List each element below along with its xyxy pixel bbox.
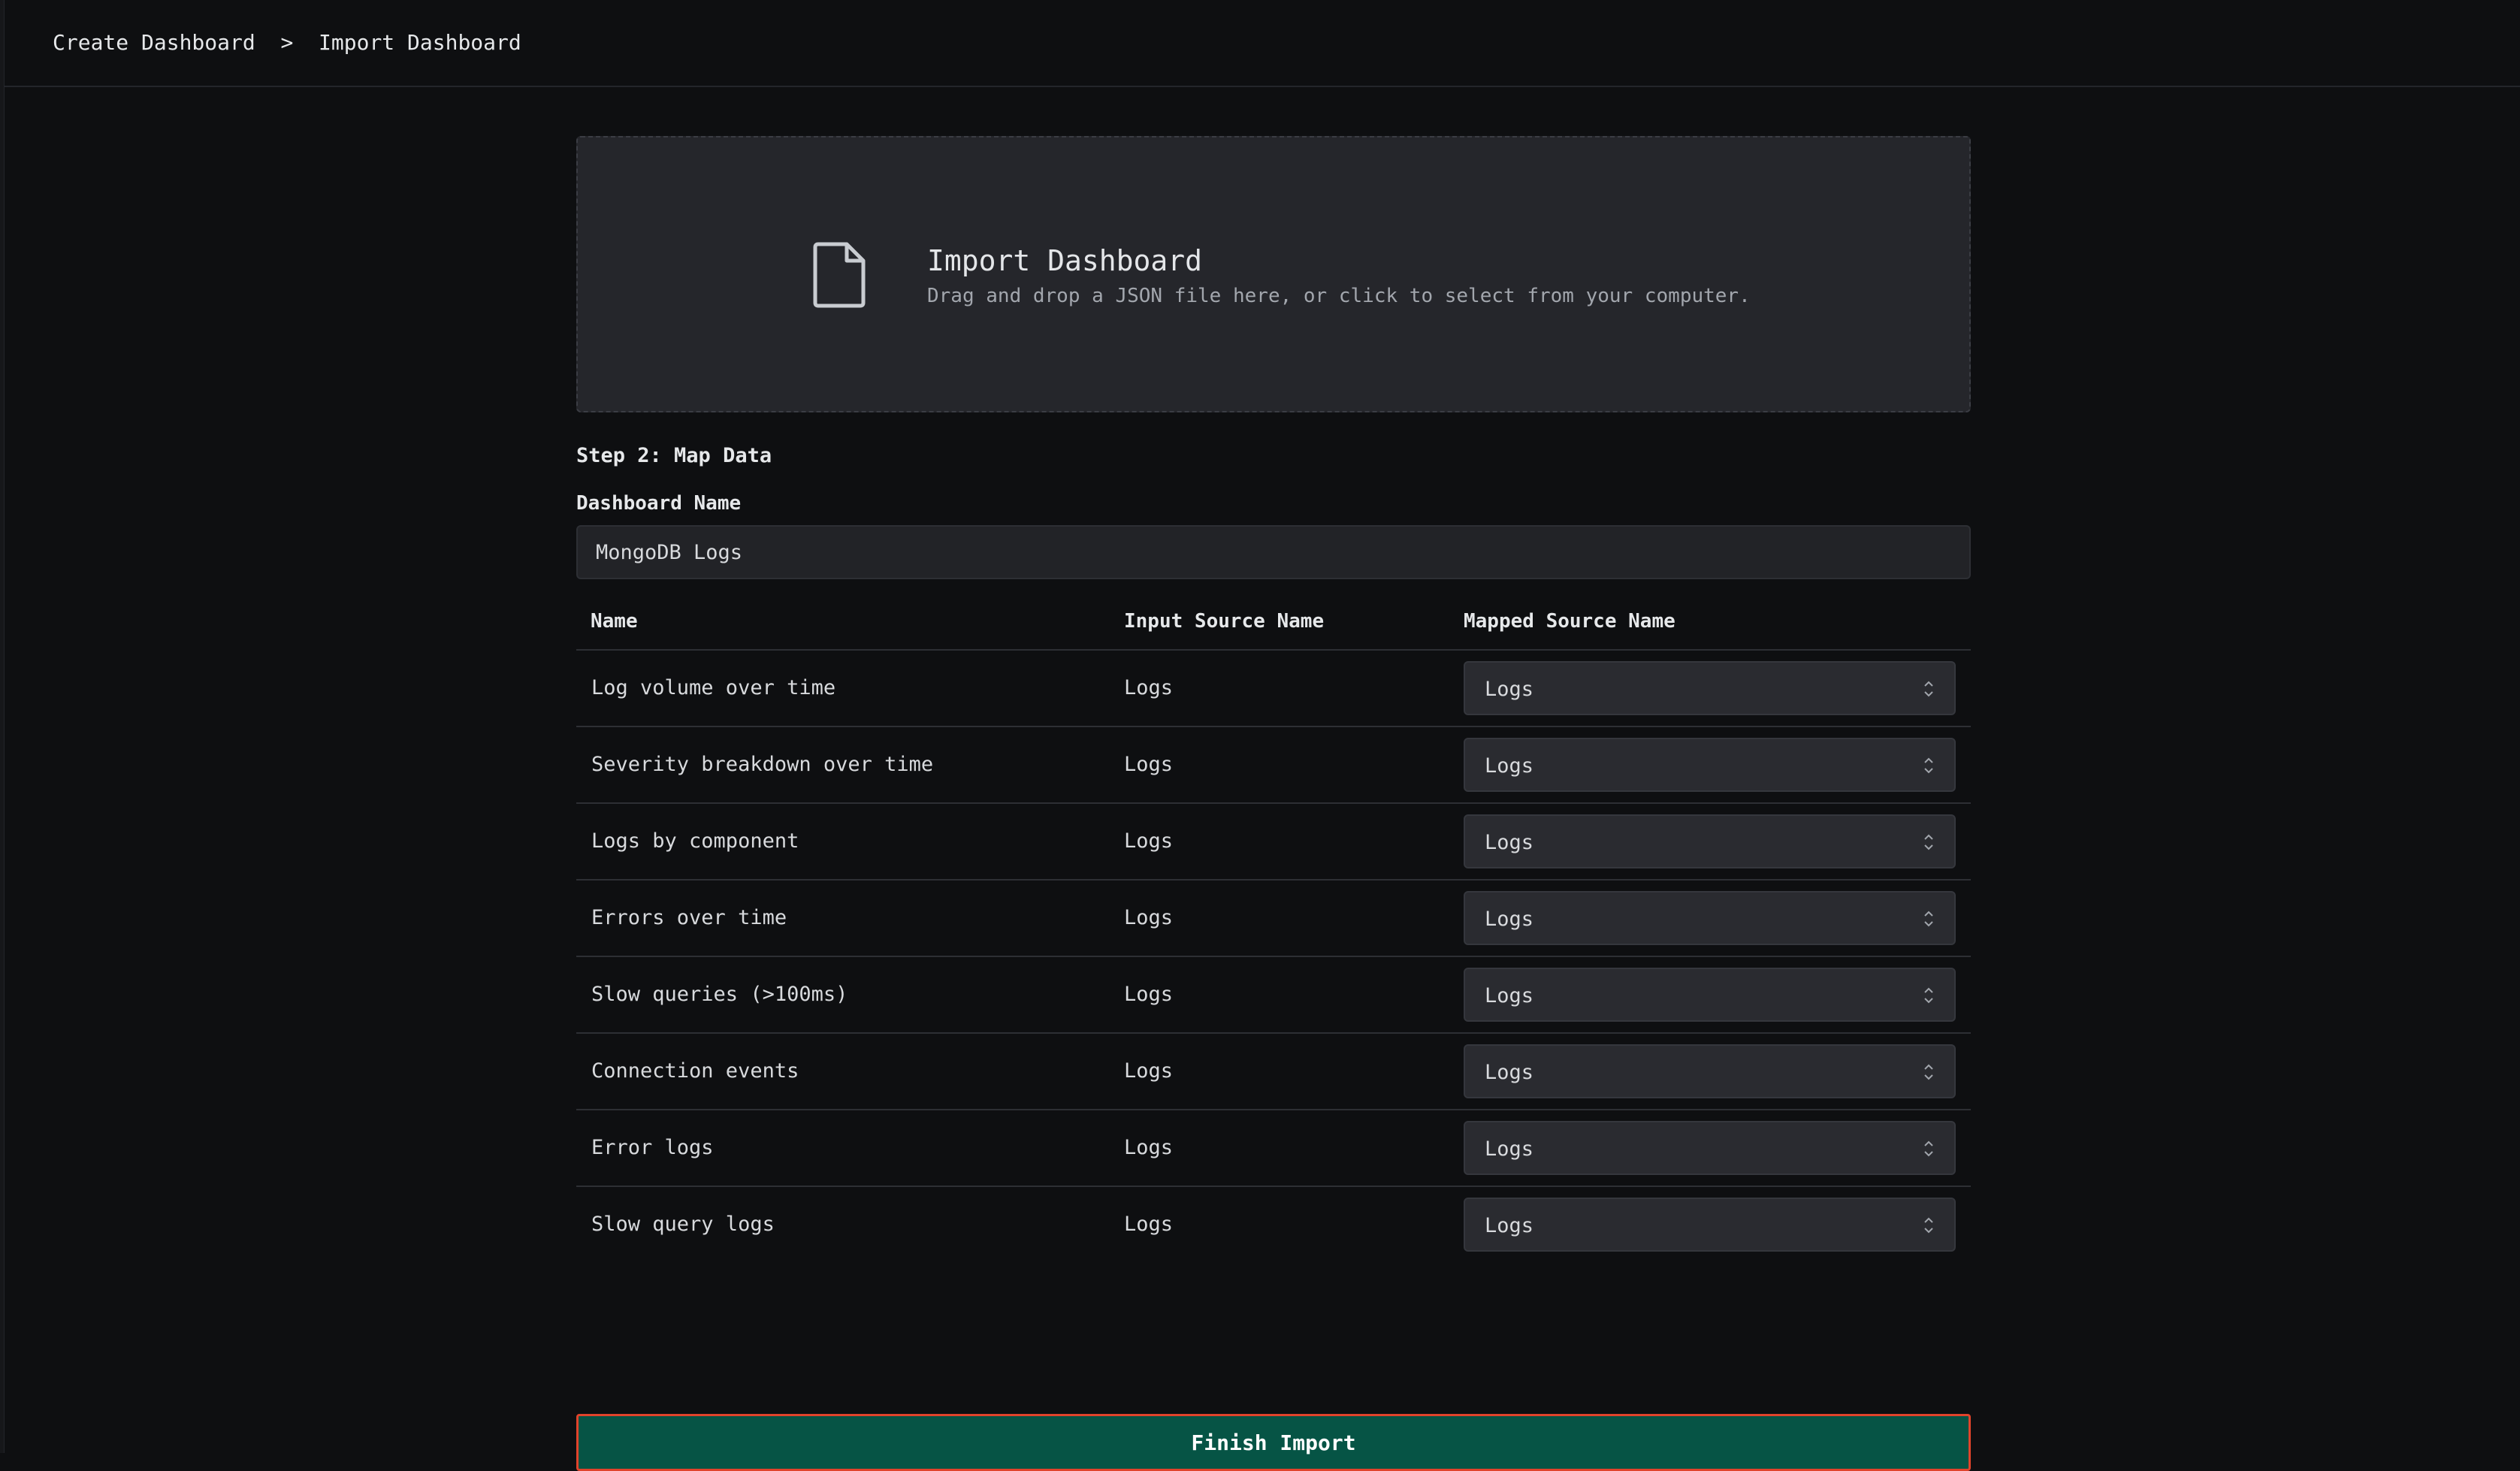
left-rail [0,0,5,1453]
mapped-source-select[interactable]: Logs [1464,814,1956,868]
table-row: Slow queries (>100ms) Logs Logs [576,957,1971,1034]
table-row: Severity breakdown over time Logs Logs [576,727,1971,804]
mapped-source-value: Logs [1485,1061,1534,1084]
dropzone-title: Import Dashboard [927,244,1203,277]
column-header-mapped-source: Mapped Source Name [1464,610,1675,633]
main-content: Import Dashboard Drag and drop a JSON fi… [576,136,1971,1471]
chevron-up-down-icon [1924,1064,1933,1080]
column-header-name: Name [591,610,638,633]
column-header-input-source: Input Source Name [1124,610,1325,633]
table-row: Logs by component Logs Logs [576,804,1971,880]
mapped-source-select[interactable]: Logs [1464,661,1956,715]
row-name: Severity breakdown over time [591,753,934,776]
table-row: Error logs Logs Logs [576,1110,1971,1187]
row-name: Error logs [591,1136,714,1159]
mapped-source-select[interactable]: Logs [1464,968,1956,1022]
file-icon [813,242,866,308]
row-input-source: Logs [1124,906,1174,929]
row-name: Slow query logs [591,1213,775,1236]
chevron-up-down-icon [1924,911,1933,927]
mapped-source-value: Logs [1485,1214,1534,1237]
row-input-source: Logs [1124,983,1174,1006]
row-name: Logs by component [591,829,799,853]
mapped-source-select[interactable]: Logs [1464,1198,1956,1252]
row-name: Log volume over time [591,676,836,699]
mapped-source-value: Logs [1485,908,1534,931]
chevron-up-down-icon [1924,1140,1933,1157]
table-row: Connection events Logs Logs [576,1034,1971,1110]
row-name: Connection events [591,1059,799,1083]
breadcrumb-parent[interactable]: Create Dashboard [53,30,255,55]
mapped-source-value: Logs [1485,678,1534,701]
table-row: Log volume over time Logs Logs [576,651,1971,727]
row-input-source: Logs [1124,676,1174,699]
mapping-table-body: Log volume over time Logs Logs Severity bre… [576,651,1971,1264]
file-dropzone[interactable]: Import Dashboard Drag and drop a JSON fi… [576,136,1971,412]
mapped-source-select[interactable]: Logs [1464,738,1956,792]
row-input-source: Logs [1124,1136,1174,1159]
breadcrumb: Create Dashboard > Import Dashboard [53,30,521,55]
top-bar: Create Dashboard > Import Dashboard [4,0,2520,87]
mapped-source-value: Logs [1485,831,1534,854]
breadcrumb-separator: > [280,30,294,55]
chevron-up-down-icon [1924,757,1933,774]
chevron-up-down-icon [1924,834,1933,850]
dashboard-name-input[interactable] [576,525,1971,579]
mapped-source-select[interactable]: Logs [1464,891,1956,945]
step-heading: Step 2: Map Data [576,444,772,467]
mapped-source-value: Logs [1485,984,1534,1007]
mapped-source-value: Logs [1485,1137,1534,1161]
row-input-source: Logs [1124,1213,1174,1236]
chevron-up-down-icon [1924,1217,1933,1234]
dashboard-name-label: Dashboard Name [576,492,742,515]
table-row: Slow query logs Logs Logs [576,1187,1971,1264]
row-name: Slow queries (>100ms) [591,983,848,1006]
table-row: Errors over time Logs Logs [576,880,1971,957]
dropzone-subtitle: Drag and drop a JSON file here, or click… [927,285,1751,307]
breadcrumb-current: Import Dashboard [319,30,521,55]
row-input-source: Logs [1124,829,1174,853]
mapped-source-select[interactable]: Logs [1464,1121,1956,1175]
row-input-source: Logs [1124,1059,1174,1083]
row-input-source: Logs [1124,753,1174,776]
mapped-source-select[interactable]: Logs [1464,1044,1956,1098]
mapped-source-value: Logs [1485,754,1534,778]
finish-import-button[interactable]: Finish Import [576,1414,1971,1471]
row-name: Errors over time [591,906,787,929]
chevron-up-down-icon [1924,987,1933,1004]
chevron-up-down-icon [1924,681,1933,697]
